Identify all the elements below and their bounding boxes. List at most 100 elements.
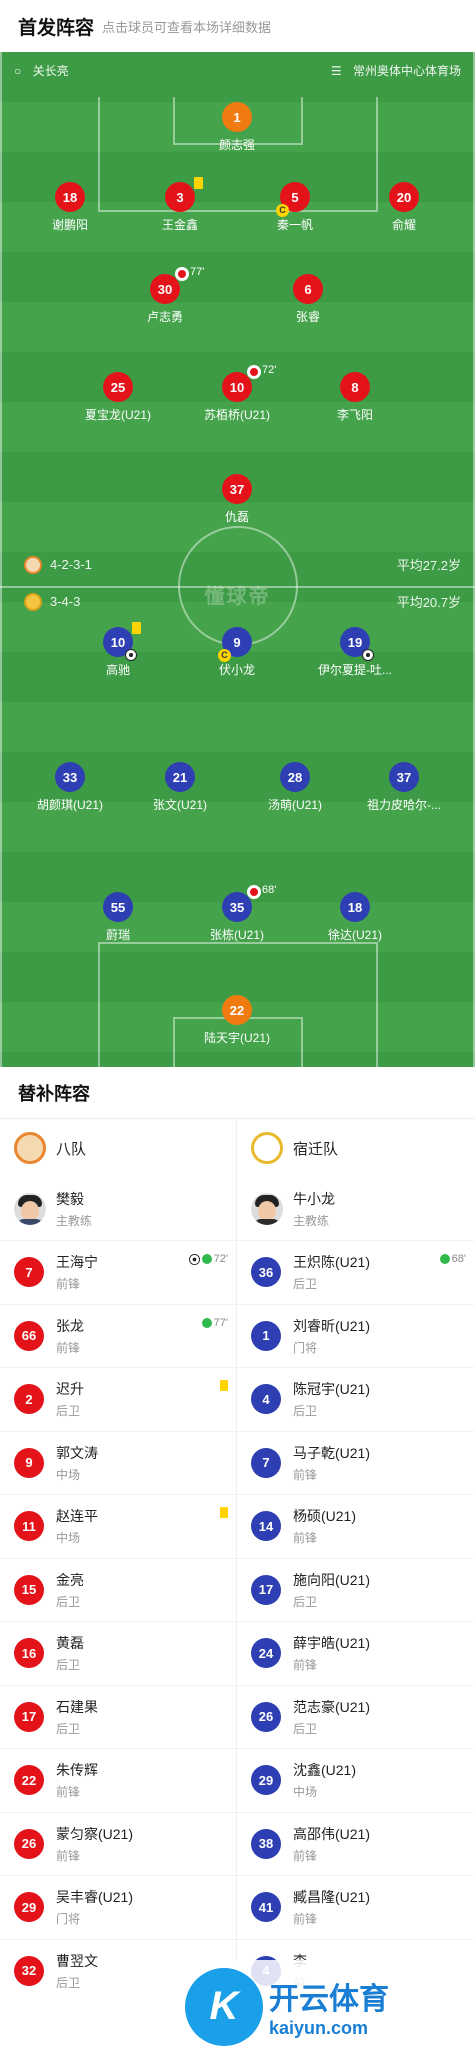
player-name: 仇磊 bbox=[224, 510, 249, 524]
away-bench-row[interactable]: 38 高邵伟(U21) 前锋 bbox=[237, 1811, 474, 1876]
player-position: 中场 bbox=[293, 1785, 318, 1800]
coach-role: 主教练 bbox=[56, 1213, 93, 1228]
away-player-33[interactable]: 33 胡颜琪(U21) bbox=[10, 762, 130, 813]
home-player-10[interactable]: 10 72' 苏栢桥(U21) bbox=[177, 364, 297, 423]
away-player-21[interactable]: 21 张文(U21) bbox=[120, 762, 240, 813]
home-team-header[interactable]: 八队 bbox=[0, 1119, 236, 1177]
sub-in-icon bbox=[201, 1317, 212, 1328]
player-number: 35 bbox=[229, 899, 245, 915]
home-bench-row[interactable]: 15 金亮 后卫 bbox=[0, 1557, 236, 1622]
away-player-9[interactable]: 9C 伏小龙 bbox=[177, 627, 297, 678]
away-player-55[interactable]: 55 蔚瑞 bbox=[58, 892, 178, 943]
yellow-card-icon bbox=[132, 622, 141, 634]
away-player-22[interactable]: 22 陆天宇(U21) bbox=[177, 995, 297, 1046]
player-position: 后卫 bbox=[293, 1721, 318, 1736]
sub-out-icon bbox=[175, 267, 189, 281]
sub-in-info: 72' bbox=[188, 1253, 228, 1265]
player-position: 前锋 bbox=[293, 1848, 318, 1863]
player-number: 37 bbox=[389, 762, 419, 792]
away-team-header[interactable]: 宿迁队 bbox=[237, 1119, 474, 1177]
player-number: 17 bbox=[251, 1574, 281, 1605]
home-coach[interactable]: 樊毅 主教练 bbox=[0, 1177, 236, 1240]
player-name: 秦一帆 bbox=[276, 218, 313, 232]
away-player-19[interactable]: 19 伊尔夏提-吐... bbox=[295, 627, 415, 678]
player-number: 1 bbox=[222, 102, 252, 132]
player-name: 范志豪(U21) bbox=[293, 1698, 371, 1715]
player-number: 19 bbox=[347, 634, 363, 650]
home-bench-row[interactable]: 11 赵连平 中场 bbox=[0, 1494, 236, 1558]
pitch: ○ 关长亮 ☰ 常州奥体中心体育场 懂球帝 4-2-3-1 平均27.2岁 3-… bbox=[0, 52, 475, 1067]
away-bench-row[interactable]: 24 薛宇皓(U21) 前锋 bbox=[237, 1621, 474, 1685]
brand-watermark: K 开云体育 kaiyun.com bbox=[185, 1960, 475, 2053]
away-player-18[interactable]: 18 徐达(U21) bbox=[295, 892, 415, 943]
away-coach[interactable]: 牛小龙 主教练 bbox=[237, 1177, 474, 1240]
coach-avatar bbox=[14, 1192, 46, 1225]
away-bench-row[interactable]: 41 臧昌隆(U21) 前锋 bbox=[237, 1875, 474, 1939]
home-bench-row[interactable]: 2 迟升 后卫 bbox=[0, 1367, 236, 1431]
player-number: 9 bbox=[233, 634, 241, 650]
home-player-8[interactable]: 8 李飞阳 bbox=[295, 372, 415, 423]
home-bench-row[interactable]: 26 蒙匀察(U21) 前锋 bbox=[0, 1811, 236, 1876]
away-bench-row[interactable]: 7 马子乾(U21) 前锋 bbox=[237, 1430, 474, 1495]
player-number: 1 bbox=[251, 1320, 281, 1351]
sub-out-icon bbox=[247, 885, 261, 899]
player-number: 26 bbox=[14, 1828, 44, 1859]
sub-in-minute: 72' bbox=[213, 1253, 228, 1265]
away-player-35[interactable]: 35 68' 张栋(U21) bbox=[177, 884, 297, 943]
goal-ball-icon bbox=[362, 649, 374, 661]
away-player-37[interactable]: 37 祖力皮哈尔-... bbox=[344, 762, 464, 813]
player-name: 郭文涛 bbox=[56, 1444, 98, 1461]
home-bench-row[interactable]: 22 朱传辉 前锋 bbox=[0, 1748, 236, 1812]
player-name: 王金鑫 bbox=[161, 218, 198, 232]
player-position: 后卫 bbox=[56, 1658, 81, 1673]
player-name: 金亮 bbox=[56, 1571, 84, 1588]
player-number: 4 bbox=[251, 1384, 281, 1415]
home-player-25[interactable]: 25 夏宝龙(U21) bbox=[58, 372, 178, 423]
player-position: 后卫 bbox=[56, 1721, 81, 1736]
home-bench-row[interactable]: 9 郭文涛 中场 bbox=[0, 1430, 236, 1495]
away-bench-row[interactable]: 29 沈鑫(U21) 中场 bbox=[237, 1748, 474, 1812]
player-number: 29 bbox=[14, 1892, 44, 1923]
home-player-3[interactable]: 3 王金鑫 bbox=[120, 177, 240, 233]
away-bench-row[interactable]: 36 王炽陈(U21) 后卫 68' bbox=[237, 1240, 474, 1304]
player-name: 卢志勇 bbox=[146, 310, 183, 324]
home-player-5[interactable]: 5C 秦一帆 bbox=[235, 182, 355, 233]
home-bench-row[interactable]: 29 吴丰睿(U21) 门将 bbox=[0, 1875, 236, 1939]
player-position: 门将 bbox=[293, 1340, 318, 1355]
home-bench-row[interactable]: 7 王海宁 前锋 72' bbox=[0, 1240, 236, 1304]
player-name: 谢鹏阳 bbox=[51, 218, 88, 232]
home-player-20[interactable]: 20 俞耀 bbox=[344, 182, 464, 233]
away-player-10[interactable]: 10 高驰 bbox=[58, 622, 178, 678]
player-position: 前锋 bbox=[293, 1531, 318, 1546]
home-bench-row[interactable]: 66 张龙 前锋 77' bbox=[0, 1303, 236, 1368]
home-player-6[interactable]: 6 张睿 bbox=[248, 274, 368, 325]
home-avg-age: 平均27.2岁 bbox=[396, 558, 461, 573]
sub-minute: 68' bbox=[262, 884, 277, 896]
away-bench-row[interactable]: 17 施向阳(U21) 后卫 bbox=[237, 1557, 474, 1622]
player-number: 26 bbox=[251, 1701, 281, 1732]
player-number: 7 bbox=[251, 1447, 281, 1478]
player-name: 颜志强 bbox=[218, 138, 255, 152]
home-bench-row[interactable]: 17 石建果 后卫 bbox=[0, 1684, 236, 1749]
home-player-30[interactable]: 30 77' 卢志勇 bbox=[105, 266, 225, 325]
away-bench-row[interactable]: 26 范志豪(U21) 后卫 bbox=[237, 1684, 474, 1749]
away-bench-row[interactable]: 4 陈冠宇(U21) 后卫 bbox=[237, 1367, 474, 1431]
away-bench-row[interactable]: 14 杨硕(U21) 前锋 bbox=[237, 1494, 474, 1558]
player-number: 9 bbox=[14, 1447, 44, 1478]
away-player-28[interactable]: 28 汤萌(U21) bbox=[235, 762, 355, 813]
home-bench-row[interactable]: 16 黄磊 后卫 bbox=[0, 1621, 236, 1685]
home-player-37[interactable]: 37 仇磊 bbox=[177, 474, 297, 525]
home-player-1[interactable]: 1 颜志强 bbox=[177, 102, 297, 153]
home-player-18[interactable]: 18 谢鹏阳 bbox=[10, 182, 130, 233]
captain-icon: C bbox=[218, 649, 231, 662]
away-bench: 宿迁队 牛小龙 主教练 36 王炽陈(U21) 后卫 68' 1 刘睿昕(U21) 门将 4 陈… bbox=[237, 1119, 474, 2002]
player-position: 前锋 bbox=[56, 1340, 81, 1355]
player-name: 朱传辉 bbox=[56, 1762, 98, 1779]
sub-in-minute: 77' bbox=[213, 1316, 228, 1329]
player-number: 22 bbox=[222, 995, 252, 1025]
player-name: 祖力皮哈尔-... bbox=[367, 798, 441, 812]
away-bench-row[interactable]: 1 刘睿昕(U21) 门将 bbox=[237, 1303, 474, 1368]
away-team-logo-icon bbox=[251, 1132, 283, 1164]
player-number: 33 bbox=[55, 762, 85, 792]
player-number: 36 bbox=[251, 1257, 281, 1288]
